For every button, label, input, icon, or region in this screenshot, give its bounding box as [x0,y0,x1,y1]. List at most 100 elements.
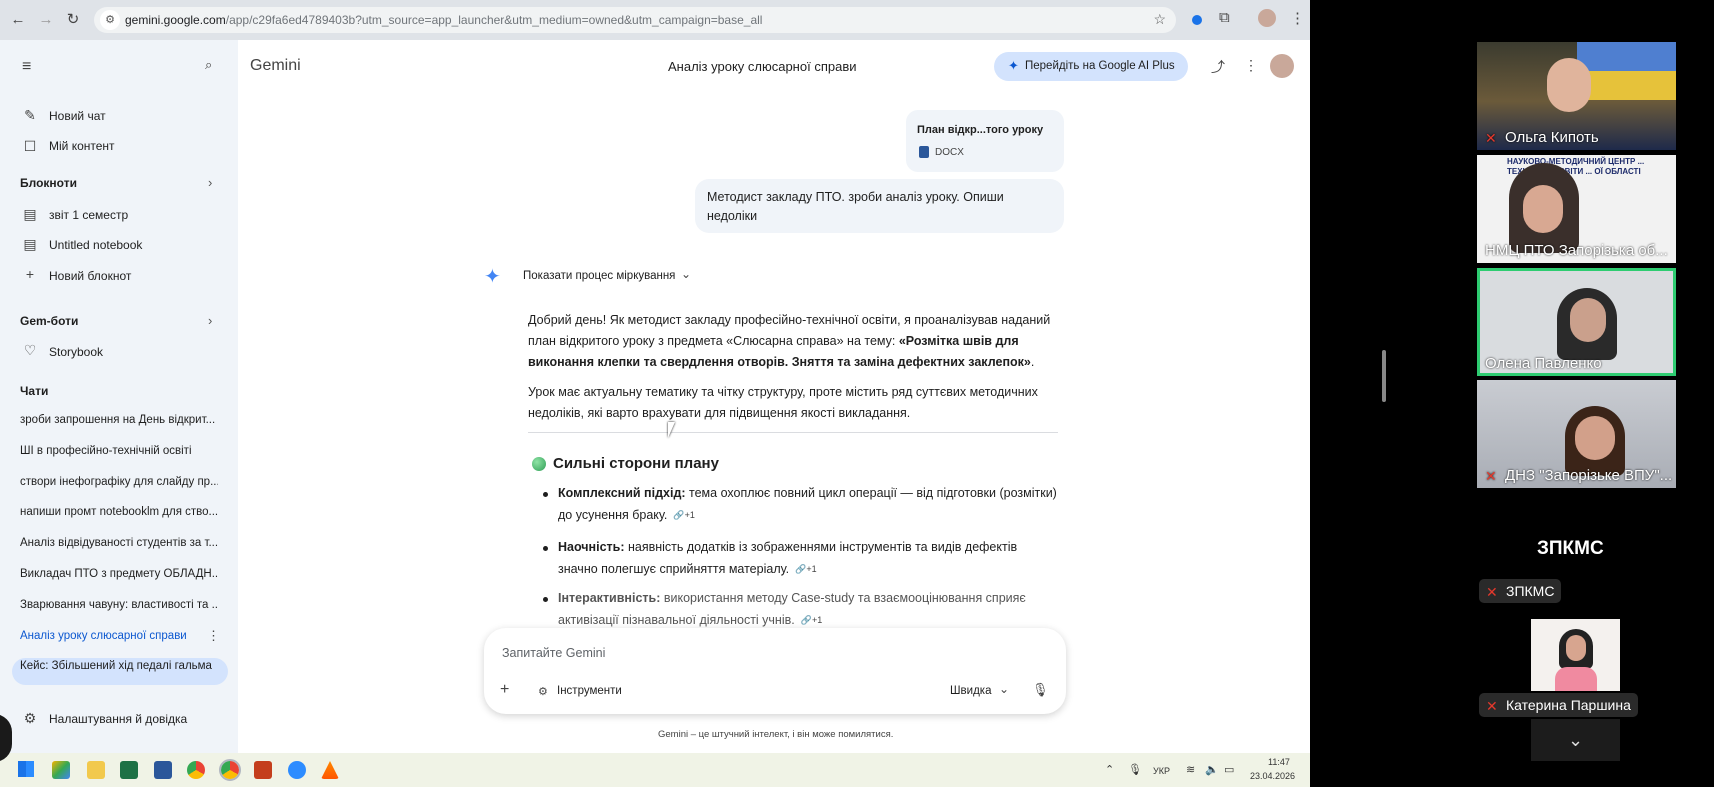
battery-icon[interactable]: ▭ [1224,763,1234,776]
shared-screen: ← → ↻ ⚙ gemini.google.com/app/c29fa6ed47… [0,0,1310,787]
participant-tile[interactable]: НАУКОВО-МЕТОДИЧНИЙ ЦЕНТР ... ТЕХНІЧНОЇ О… [1477,155,1676,263]
chat-item[interactable]: Кейс: Збільшений хід педалі гальма [20,660,218,672]
back-icon[interactable]: ← [8,10,28,30]
microphone-icon[interactable]: 🎙 [1032,682,1049,698]
participant-thumbnail[interactable] [1531,619,1620,691]
word-taskbar-icon[interactable] [154,761,172,779]
my-content-icon: ☐ [23,138,37,154]
participant-face [1570,298,1606,342]
hamburger-menu-icon[interactable]: ≡ [22,58,31,76]
citation-chip[interactable]: 🔗+1 [795,558,816,580]
gems-header[interactable]: Gem-боти [20,314,78,328]
search-icon[interactable]: ⌕ [205,57,212,73]
bullet [543,546,548,551]
plus-icon: + [25,266,35,282]
menu-dots-icon[interactable]: ⋮ [1290,9,1305,27]
chevron-down-icon[interactable]: ⌄ [999,682,1009,696]
chat-options-icon[interactable]: ⋮ [207,628,220,644]
participant-face [1566,635,1586,661]
site-info-icon[interactable]: ⚙ [100,10,120,30]
attachment-card[interactable]: План відкр...того уроку DOCX [906,110,1064,172]
copilot-taskbar-icon[interactable] [52,761,70,779]
tools-button[interactable]: Інструменти [557,685,622,697]
notebook-item[interactable]: звіт 1 семестр [49,208,128,222]
chrome-active-taskbar-icon[interactable] [219,759,241,781]
prompt-input[interactable]: Запитайте Gemini [502,646,605,660]
account-avatar[interactable] [1270,54,1294,78]
storybook-item[interactable]: Storybook [49,345,103,359]
citation-chip[interactable]: 🔗+1 [673,504,694,526]
zpkms-name-chip: ✕ ЗПКМС [1479,579,1562,603]
chevron-right-icon[interactable]: › [208,313,212,328]
gemini-brand[interactable]: Gemini [250,57,301,75]
flag-background [1577,42,1676,100]
more-options-icon[interactable]: ⋮ [1244,57,1258,74]
chat-item[interactable]: напиши промт notebooklm для ство... [20,506,218,518]
chat-item[interactable]: ШІ в професійно-технічній освіті [20,445,218,457]
chat-item[interactable]: створи інефографіку для слайду пр... [20,476,218,488]
powerpoint-taskbar-icon[interactable] [254,761,272,779]
zoom-taskbar-icon[interactable] [288,761,306,779]
volume-icon[interactable]: 🔈 [1205,763,1219,776]
new-notebook-button[interactable]: Новий блокнот [49,269,131,283]
clock-date[interactable]: 23.04.2026 [1250,771,1295,781]
notebook-icon: ▤ [23,206,37,222]
my-content-button[interactable]: Мій контент [49,139,115,153]
tools-icon: ⚙ [538,686,548,698]
clock-time[interactable]: 11:47 [1268,757,1290,767]
chat-item[interactable]: Викладач ПТО з предмету ОБЛАДН... [20,568,218,580]
new-chat-button[interactable]: Новий чат [49,109,106,123]
chat-title[interactable]: Аналіз уроку слюсарної справи [668,59,856,74]
chat-item-active[interactable]: Аналіз уроку слюсарної справи [20,630,190,642]
browser-toolbar: ← → ↻ ⚙ gemini.google.com/app/c29fa6ed47… [0,0,1310,40]
participant-tile[interactable]: ✕ Ольга Кипоть [1477,42,1676,150]
list-item: Інтерактивність: використання методу Cas… [558,587,1060,631]
zpkms-name: ЗПКМС [1506,583,1555,599]
reload-icon[interactable]: ↻ [63,10,83,30]
address-bar[interactable]: ⚙ gemini.google.com/app/c29fa6ed4789403b… [94,7,1176,33]
tray-mic-icon[interactable]: 🎙 [1128,763,1142,776]
forward-icon[interactable]: → [36,10,56,30]
chevron-right-icon[interactable]: › [208,175,212,190]
extensions-icon[interactable]: ⧉ [1219,9,1230,26]
tray-chevron-icon[interactable]: ⌃ [1105,763,1114,776]
gemini-sidebar: ≡ ⌕ ✎ Новий чат ☐ Мій контент Блокноти ›… [0,40,238,753]
chat-item[interactable]: зроби запрошення на День відкрит... [20,414,218,426]
item-label: Комплексний підхід: [558,486,686,500]
mode-selector[interactable]: Швидка [950,685,991,697]
chat-item[interactable]: Аналіз відвідуваності студентів за т... [20,537,218,549]
attachment-type: DOCX [935,147,964,158]
item-label: Наочність: [558,540,625,554]
chats-header: Чати [20,384,49,398]
profile-avatar[interactable] [1258,9,1276,27]
participant-tile[interactable]: ✕ ДНЗ "Запорізьке ВПУ"... [1477,380,1676,488]
new-chat-icon: ✎ [24,107,36,123]
settings-help-button[interactable]: Налаштування й довідка [49,712,187,726]
response-summary: Урок має актуальну тематику та чітку стр… [528,385,1038,420]
upgrade-button[interactable]: ✦ Перейдіть на Google AI Plus [994,52,1188,81]
chevron-down-icon[interactable]: ⌄ [681,267,691,281]
windows-start-icon[interactable] [18,761,34,777]
share-icon[interactable]: ⤴ [1211,57,1225,77]
chrome-taskbar-icon[interactable] [187,761,205,779]
file-explorer-taskbar-icon[interactable] [87,761,105,779]
bookmark-star-icon[interactable]: ☆ [1153,11,1166,28]
participant-tile-active-speaker[interactable]: Олена Павленко [1477,268,1676,376]
participant-face [1523,185,1563,233]
extension-dot-icon[interactable] [1192,15,1202,25]
input-language[interactable]: УКР [1153,766,1170,776]
settings-gear-icon: ⚙ [23,710,37,726]
show-reasoning-toggle[interactable]: Показати процес міркування [523,270,675,282]
notebooks-header[interactable]: Блокноти [20,176,77,190]
intro-end: . [1030,355,1035,369]
notebook-item[interactable]: Untitled notebook [49,238,142,252]
wifi-icon[interactable]: ≋ [1186,763,1195,776]
collapse-chevron-icon[interactable]: ⌄ [1531,719,1620,761]
list-item: Комплексний підхід: тема охоплює повний … [558,482,1060,526]
prompt-box[interactable]: Запитайте Gemini + ⚙ Інструменти Швидка … [484,628,1066,714]
response-intro: Добрий день! Як методист закладу професі… [528,310,1058,373]
add-file-plus-icon[interactable]: + [500,681,509,699]
excel-taskbar-icon[interactable] [120,761,138,779]
chat-item[interactable]: Зварювання чавуну: властивості та ... [20,599,218,611]
panel-resize-handle[interactable] [1382,350,1386,402]
